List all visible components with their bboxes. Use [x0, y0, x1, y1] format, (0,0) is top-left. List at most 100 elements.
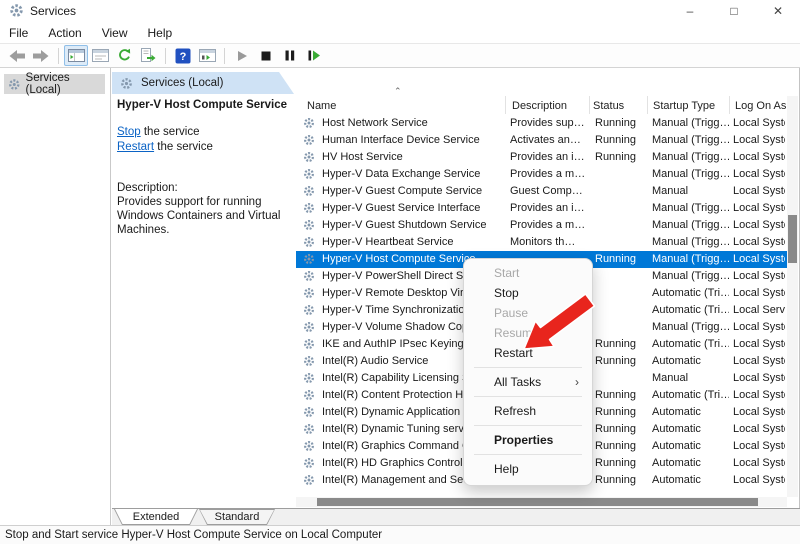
- menu-view[interactable]: View: [92, 23, 138, 43]
- svg-text:?: ?: [180, 51, 187, 63]
- service-gear-icon: [303, 423, 315, 435]
- context-menu-item-all-tasks[interactable]: All Tasks›: [464, 372, 592, 392]
- column-header-status[interactable]: Status: [593, 100, 624, 112]
- stop-link-suffix: the service: [141, 126, 200, 138]
- export-list-icon[interactable]: [136, 45, 160, 66]
- console-tree-panel: Services (Local): [0, 68, 111, 525]
- context-menu-item-help[interactable]: Help: [464, 459, 592, 479]
- service-gear-icon: [303, 134, 315, 146]
- column-header-name[interactable]: Name: [307, 100, 336, 112]
- menu-separator: [474, 454, 582, 455]
- list-header: Name Description Status Startup Type Log…: [296, 96, 787, 114]
- service-row[interactable]: Human Interface Device ServiceActivates …: [296, 132, 787, 149]
- service-log-on-as-cell: Local System: [733, 423, 785, 435]
- action-pane-icon[interactable]: [195, 45, 219, 66]
- service-gear-icon: [303, 389, 315, 401]
- service-name-cell: Hyper-V Guest Service Interface: [322, 202, 504, 214]
- service-name-cell: Hyper-V Heartbeat Service: [322, 236, 504, 248]
- service-gear-icon: [303, 372, 315, 384]
- service-startup-type-cell: Manual (Trigg…: [652, 151, 729, 163]
- service-startup-type-cell: Automatic: [652, 406, 729, 418]
- service-log-on-as-cell: Local System: [733, 270, 785, 282]
- toolbar-separator: [58, 48, 59, 64]
- services-gear-icon: [8, 78, 21, 91]
- dialog-icon[interactable]: [88, 45, 112, 66]
- pause-service-icon[interactable]: [278, 45, 302, 66]
- service-row[interactable]: Hyper-V Heartbeat ServiceMonitors th…Man…: [296, 234, 787, 251]
- column-header-description[interactable]: Description: [512, 100, 567, 112]
- service-status-cell: Running: [595, 338, 647, 350]
- service-startup-type-cell: Automatic (Tri…: [652, 287, 729, 299]
- minimize-button[interactable]: –: [668, 0, 712, 22]
- tab-standard-label: Standard: [200, 510, 274, 524]
- service-row[interactable]: Hyper-V Guest Compute ServiceGuest Comp……: [296, 183, 787, 200]
- service-startup-type-cell: Automatic (Tri…: [652, 389, 729, 401]
- service-gear-icon: [303, 236, 315, 248]
- console-tree-icon[interactable]: [64, 45, 88, 66]
- menu-help[interactable]: Help: [138, 23, 183, 43]
- service-status-cell: Running: [595, 457, 647, 469]
- service-log-on-as-cell: Local System: [733, 117, 785, 129]
- stop-service-link[interactable]: Stop: [117, 126, 141, 138]
- service-row[interactable]: Hyper-V Guest Service InterfaceProvides …: [296, 200, 787, 217]
- service-log-on-as-cell: Local Service: [733, 304, 785, 316]
- restart-service-link[interactable]: Restart: [117, 141, 154, 153]
- service-gear-icon: [303, 219, 315, 231]
- service-row[interactable]: Hyper-V Data Exchange ServiceProvides a …: [296, 166, 787, 183]
- restart-service-icon[interactable]: [302, 45, 326, 66]
- context-menu-item-refresh[interactable]: Refresh: [464, 401, 592, 421]
- menu-file[interactable]: File: [0, 23, 38, 43]
- service-log-on-as-cell: Local System: [733, 474, 785, 486]
- service-gear-icon: [303, 457, 315, 469]
- vertical-scrollbar[interactable]: [787, 96, 798, 497]
- service-log-on-as-cell: Local System: [733, 253, 785, 265]
- start-service-icon[interactable]: [230, 45, 254, 66]
- service-log-on-as-cell: Local System: [733, 372, 785, 384]
- tab-extended[interactable]: Extended: [114, 509, 198, 525]
- menu-action[interactable]: Action: [38, 23, 91, 43]
- column-divider[interactable]: [589, 96, 590, 114]
- description-line: Provides support for running: [117, 195, 280, 209]
- tab-standard[interactable]: Standard: [199, 509, 275, 525]
- service-startup-type-cell: Manual (Trigg…: [652, 117, 729, 129]
- forward-icon[interactable]: [29, 45, 53, 66]
- maximize-button[interactable]: □: [712, 0, 756, 22]
- close-button[interactable]: ✕: [756, 0, 800, 22]
- column-divider[interactable]: [647, 96, 648, 114]
- column-divider[interactable]: [505, 96, 506, 114]
- service-startup-type-cell: Manual (Trigg…: [652, 168, 729, 180]
- restart-link-suffix: the service: [154, 141, 213, 153]
- column-header-startup-type[interactable]: Startup Type: [653, 100, 715, 112]
- menu-separator: [474, 396, 582, 397]
- vertical-scrollbar-thumb[interactable]: [788, 215, 797, 263]
- service-gear-icon: [303, 338, 315, 350]
- tree-item-services-local[interactable]: Services (Local): [4, 74, 105, 94]
- service-row[interactable]: Hyper-V Guest Shutdown ServiceProvides a…: [296, 217, 787, 234]
- title-bar: Services – □ ✕: [0, 0, 800, 22]
- service-gear-icon: [303, 270, 315, 282]
- services-app-icon: [9, 3, 24, 18]
- refresh-icon[interactable]: [112, 45, 136, 66]
- help-icon[interactable]: ?: [171, 45, 195, 66]
- service-description-cell: Guest Comp…: [510, 185, 592, 197]
- horizontal-scrollbar-thumb[interactable]: [317, 498, 758, 506]
- context-menu-item-properties[interactable]: Properties: [464, 430, 592, 450]
- service-startup-type-cell: Manual (Trigg…: [652, 219, 729, 231]
- back-icon[interactable]: [5, 45, 29, 66]
- service-row[interactable]: Host Network ServiceProvides sup…Running…: [296, 115, 787, 132]
- column-divider[interactable]: [729, 96, 730, 114]
- service-gear-icon: [303, 185, 315, 197]
- column-header-log-on-as[interactable]: Log On As: [735, 100, 786, 112]
- service-log-on-as-cell: Local System: [733, 355, 785, 367]
- horizontal-scrollbar[interactable]: [296, 497, 787, 507]
- service-row[interactable]: HV Host ServiceProvides an i…RunningManu…: [296, 149, 787, 166]
- service-startup-type-cell: Automatic (Tri…: [652, 338, 729, 350]
- service-gear-icon: [303, 440, 315, 452]
- services-local-header: Services (Local): [112, 72, 294, 94]
- service-startup-type-cell: Manual: [652, 185, 729, 197]
- service-log-on-as-cell: Local System: [733, 168, 785, 180]
- service-log-on-as-cell: Local System: [733, 236, 785, 248]
- stop-service-icon[interactable]: [254, 45, 278, 66]
- service-status-cell: Running: [595, 253, 647, 265]
- service-status-cell: Running: [595, 423, 647, 435]
